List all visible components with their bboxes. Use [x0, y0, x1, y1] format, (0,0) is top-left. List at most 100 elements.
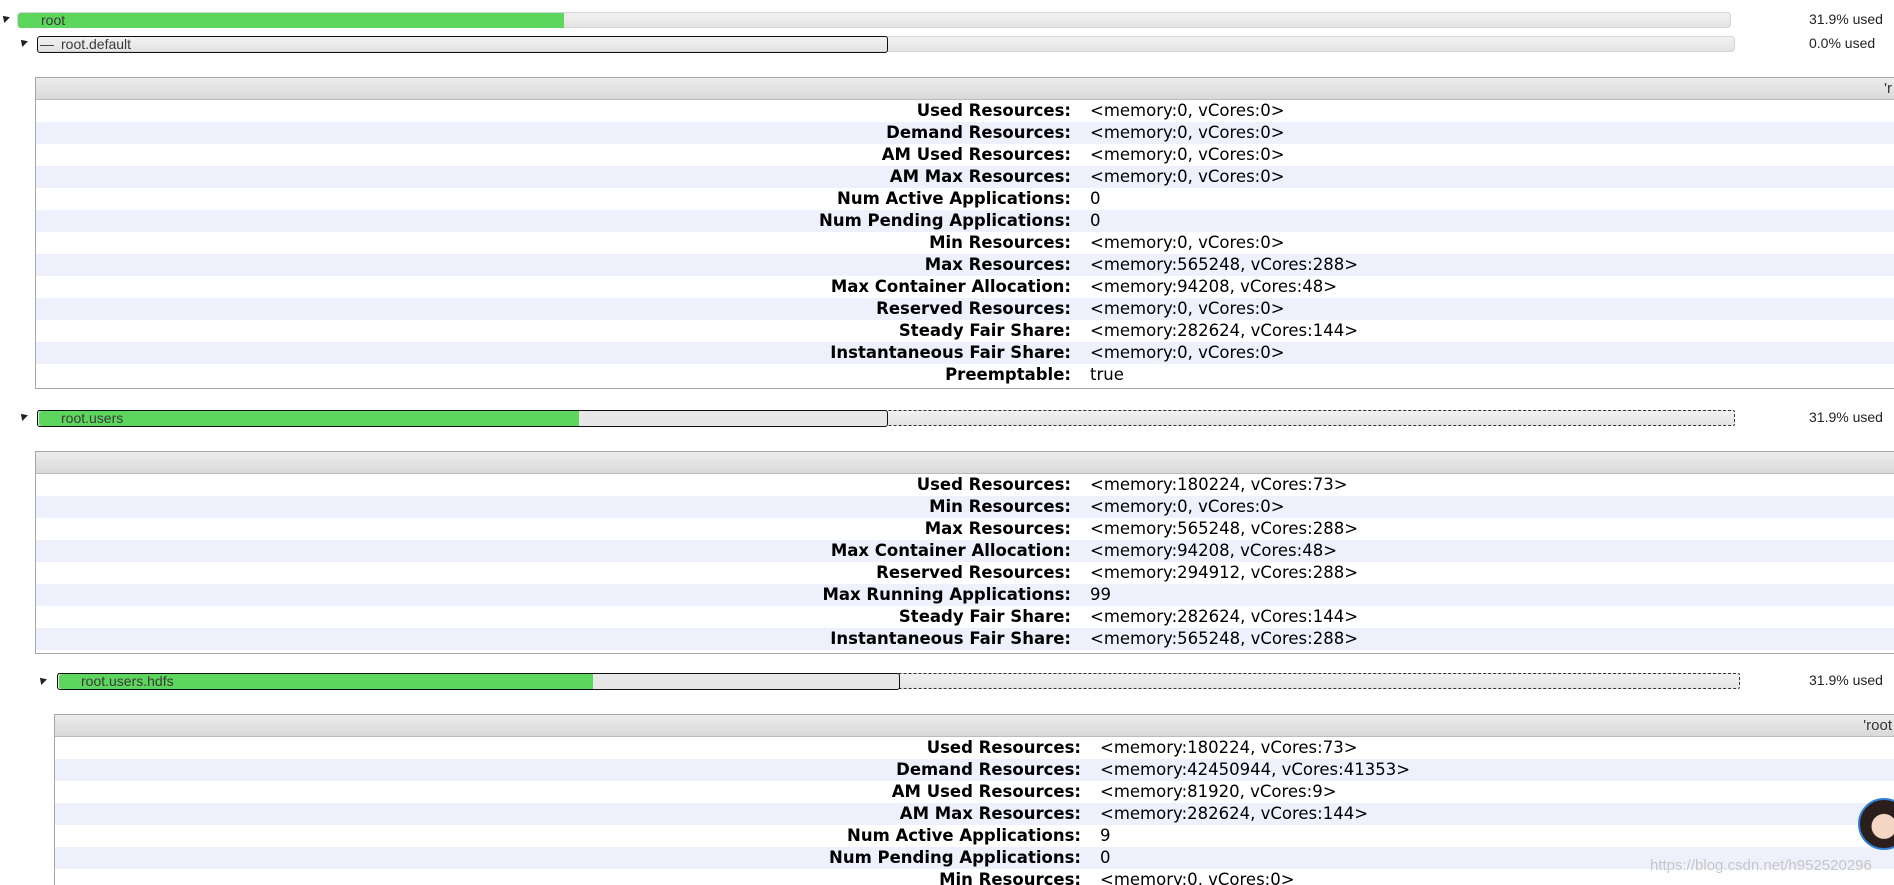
info-label: Min Resources: — [929, 497, 1071, 516]
info-row: AM Used Resources: <memory:81920, vCores:… — [55, 781, 1894, 803]
info-value: <memory:282624, vCores:144> — [1090, 321, 1359, 340]
info-value: 9 — [1100, 826, 1111, 845]
info-value: <memory:0, vCores:0> — [1090, 497, 1285, 516]
queue-usage-percent: 31.9% used — [1809, 11, 1883, 27]
queue-name[interactable]: root.users — [61, 410, 123, 426]
info-row: Min Resources: <memory:0, vCores:0> — [36, 232, 1894, 254]
expand-toggle-icon[interactable] — [37, 675, 47, 685]
info-value: 99 — [1090, 585, 1111, 604]
expand-toggle-icon[interactable] — [18, 411, 28, 421]
info-value: <memory:0, vCores:0> — [1090, 299, 1285, 318]
info-value: true — [1090, 365, 1124, 384]
info-value: 0 — [1090, 189, 1101, 208]
queue-usage-percent: 0.0% used — [1809, 35, 1876, 51]
info-value: <memory:81920, vCores:9> — [1100, 782, 1337, 801]
panel-header-title: 'r — [1884, 80, 1892, 97]
info-label: Reserved Resources: — [876, 563, 1071, 582]
info-row: Num Active Applications: 0 — [36, 188, 1894, 210]
panel-header — [36, 452, 1894, 474]
info-label: Max Resources: — [924, 519, 1071, 538]
info-value: 0 — [1090, 211, 1101, 230]
info-label: Num Active Applications: — [847, 826, 1081, 845]
info-value: 0 — [1100, 848, 1111, 867]
info-label: Steady Fair Share: — [898, 321, 1071, 340]
info-table: Used Resources: <memory:180224, vCores:73… — [36, 474, 1894, 650]
info-row: AM Max Resources: <memory:282624, vCores:… — [55, 803, 1894, 825]
info-row: Max Resources: <memory:565248, vCores:288… — [36, 254, 1894, 276]
info-value: <memory:565248, vCores:288> — [1090, 519, 1359, 538]
info-row: AM Max Resources: <memory:0, vCores:0> — [36, 166, 1894, 188]
info-row: Num Active Applications: 9 — [55, 825, 1894, 847]
info-label: Used Resources: — [916, 101, 1071, 120]
info-row: Steady Fair Share: <memory:282624, vCores… — [36, 606, 1894, 628]
info-label: Max Resources: — [924, 255, 1071, 274]
expand-toggle-icon[interactable] — [0, 13, 10, 23]
info-table: Used Resources: <memory:0, vCores:0> Deman… — [36, 100, 1894, 386]
info-label: Preemptable: — [945, 365, 1071, 384]
info-label: Demand Resources: — [896, 760, 1081, 779]
queue-usage-percent: 31.9% used — [1809, 672, 1883, 688]
panel-header: 'root — [55, 715, 1894, 737]
info-row: Num Pending Applications: 0 — [36, 210, 1894, 232]
info-value: <memory:0, vCores:0> — [1090, 233, 1285, 252]
info-label: Used Resources: — [926, 738, 1081, 757]
info-row: Instantaneous Fair Share: <memory:565248,… — [36, 628, 1894, 650]
info-value: <memory:294912, vCores:288> — [1090, 563, 1359, 582]
info-label: Steady Fair Share: — [898, 607, 1071, 626]
info-label: Num Active Applications: — [837, 189, 1071, 208]
queue-name[interactable]: root — [41, 12, 65, 28]
info-value: <memory:282624, vCores:144> — [1090, 607, 1359, 626]
info-row: Max Container Allocation: <memory:94208, … — [36, 540, 1894, 562]
info-value: <memory:565248, vCores:288> — [1090, 629, 1359, 648]
info-value: <memory:42450944, vCores:41353> — [1100, 760, 1411, 779]
info-label: Num Pending Applications: — [819, 211, 1071, 230]
info-row: Num Pending Applications: 0 — [55, 847, 1894, 869]
info-label: AM Max Resources: — [889, 167, 1071, 186]
panel-header: 'r — [36, 78, 1894, 100]
info-value: <memory:0, vCores:0> — [1100, 870, 1295, 885]
info-row: Used Resources: <memory:180224, vCores:73… — [36, 474, 1894, 496]
info-label: Min Resources: — [929, 233, 1071, 252]
info-value: <memory:94208, vCores:48> — [1090, 541, 1338, 560]
info-label: AM Max Resources: — [899, 804, 1081, 823]
info-label: Instantaneous Fair Share: — [830, 629, 1071, 648]
info-label: AM Used Resources: — [891, 782, 1081, 801]
queue-bar-used — [18, 13, 564, 28]
info-label: Max Container Allocation: — [830, 277, 1071, 296]
info-row: Max Resources: <memory:565248, vCores:288… — [36, 518, 1894, 540]
info-label: Instantaneous Fair Share: — [830, 343, 1071, 362]
info-label: Max Container Allocation: — [830, 541, 1071, 560]
info-value: <memory:180224, vCores:73> — [1090, 475, 1348, 494]
info-value: <memory:0, vCores:0> — [1090, 101, 1285, 120]
watermark-text: https://blog.csdn.net/h952520296 — [1650, 857, 1872, 874]
panel-header-title: 'root — [1863, 717, 1892, 734]
queue-name[interactable]: root.default — [61, 36, 131, 52]
info-row: Used Resources: <memory:0, vCores:0> — [36, 100, 1894, 122]
info-row: Min Resources: <memory:0, vCores:0> — [55, 869, 1894, 885]
queue-usage-percent: 31.9% used — [1809, 409, 1883, 425]
info-value: <memory:0, vCores:0> — [1090, 343, 1285, 362]
expand-toggle-icon[interactable] — [18, 37, 28, 47]
queue-marker: — — [40, 36, 54, 52]
info-row: AM Used Resources: <memory:0, vCores:0> — [36, 144, 1894, 166]
info-value: <memory:0, vCores:0> — [1090, 167, 1285, 186]
info-value: <memory:0, vCores:0> — [1090, 145, 1285, 164]
info-row: Used Resources: <memory:180224, vCores:73… — [55, 737, 1894, 759]
info-row: Instantaneous Fair Share: <memory:0, vCor… — [36, 342, 1894, 364]
info-row: Demand Resources: <memory:42450944, vCore… — [55, 759, 1894, 781]
info-label: AM Used Resources: — [881, 145, 1071, 164]
info-row: Min Resources: <memory:0, vCores:0> — [36, 496, 1894, 518]
info-table: Used Resources: <memory:180224, vCores:73… — [55, 737, 1894, 885]
info-row: Max Container Allocation: <memory:94208, … — [36, 276, 1894, 298]
queue-name[interactable]: root.users.hdfs — [81, 673, 174, 689]
info-value: <memory:282624, vCores:144> — [1100, 804, 1369, 823]
info-label: Used Resources: — [916, 475, 1071, 494]
info-row: Max Running Applications: 99 — [36, 584, 1894, 606]
queue-info-panel-hdfs: 'root Used Resources: <memory:180224, vCo… — [54, 714, 1894, 885]
info-row: Reserved Resources: <memory:0, vCores:0> — [36, 298, 1894, 320]
info-value: <memory:180224, vCores:73> — [1100, 738, 1358, 757]
info-value: <memory:94208, vCores:48> — [1090, 277, 1338, 296]
queue-info-panel-users: Used Resources: <memory:180224, vCores:73… — [35, 451, 1894, 654]
info-label: Max Running Applications: — [822, 585, 1071, 604]
info-label: Min Resources: — [939, 870, 1081, 885]
